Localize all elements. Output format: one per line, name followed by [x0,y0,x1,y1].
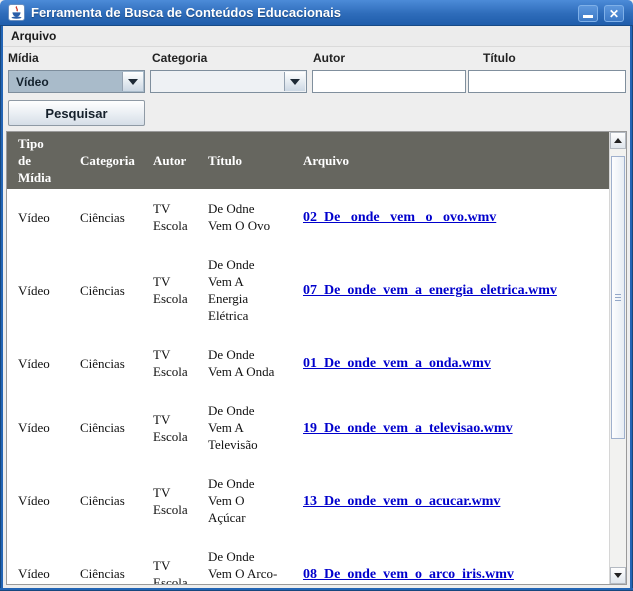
column-header-autor[interactable]: Autor [142,152,197,169]
titulo-input[interactable] [468,70,626,93]
column-header-categoria[interactable]: Categoria [69,152,142,169]
cell-arquivo: 13_De_onde_vem_o_acucar.wmv [292,492,609,510]
table-row[interactable]: Vídeo Ciências TV Escola De Onde Vem A E… [7,245,609,335]
arrow-up-icon [614,134,622,143]
chevron-down-icon [128,79,138,90]
results-table: Tipo de Mídia Categoria Autor Título Arq… [7,132,609,584]
cell-arquivo: 07_De_onde_vem_a_energia_eletrica.wmv [292,281,609,299]
scrollbar-thumb[interactable] [611,156,625,439]
cell-arquivo: 19_De_onde_vem_a_televisao.wmv [292,419,609,437]
scrollbar-up-button[interactable] [610,132,626,149]
cell-categoria: Ciências [69,565,142,582]
minimize-icon [583,15,593,18]
midia-combobox[interactable]: Vídeo [8,70,145,93]
cell-autor: TV Escola [142,346,197,380]
cell-titulo: De Onde Vem A Televisão [197,402,292,453]
column-header-tipo-de-midia[interactable]: Tipo de Mídia [7,135,69,186]
midia-combobox-value: Vídeo [10,72,121,91]
table-row[interactable]: Vídeo Ciências TV Escola De Odne Vem O O… [7,189,609,245]
cell-autor: TV Escola [142,200,197,234]
cell-categoria: Ciências [69,492,142,509]
cell-titulo: De Odne Vem O Ovo [197,200,292,234]
cell-categoria: Ciências [69,282,142,299]
column-header-titulo[interactable]: Título [197,152,292,169]
cell-arquivo: 08_De_onde_vem_o_arco_iris.wmv [292,565,609,583]
cell-autor: TV Escola [142,557,197,585]
table-header-row: Tipo de Mídia Categoria Autor Título Arq… [7,132,609,189]
cell-categoria: Ciências [69,355,142,372]
menu-arquivo[interactable]: Arquivo [3,29,64,43]
chevron-down-icon [290,79,300,90]
table-row[interactable]: Vídeo Ciências TV Escola De Onde Vem O A… [7,464,609,537]
menubar: Arquivo [3,26,630,47]
close-button[interactable]: ✕ [604,5,624,22]
cell-titulo: De Onde Vem A Energia Elétrica [197,256,292,324]
pesquisar-button[interactable]: Pesquisar [8,100,145,126]
table-row[interactable]: Vídeo Ciências TV Escola De Onde Vem A O… [7,335,609,391]
app-window: Ferramenta de Busca de Conteúdos Educaci… [0,0,633,591]
autor-label: Autor [313,51,345,65]
window-title: Ferramenta de Busca de Conteúdos Educaci… [31,5,341,20]
cell-tipo-de-midia: Vídeo [7,209,69,226]
cell-categoria: Ciências [69,419,142,436]
titlebar[interactable]: Ferramenta de Busca de Conteúdos Educaci… [0,0,633,26]
vertical-scrollbar[interactable] [609,132,626,584]
cell-autor: TV Escola [142,484,197,518]
midia-label: Mídia [8,51,39,65]
scrollbar-grip-icon [615,294,621,302]
file-link[interactable]: 13_De_onde_vem_o_acucar.wmv [303,494,500,509]
cell-tipo-de-midia: Vídeo [7,282,69,299]
cell-arquivo: 01_De_onde_vem_a_onda.wmv [292,354,609,372]
file-link[interactable]: 07_De_onde_vem_a_energia_eletrica.wmv [303,283,557,298]
cell-tipo-de-midia: Vídeo [7,419,69,436]
scrollbar-down-button[interactable] [610,567,626,584]
cell-autor: TV Escola [142,411,197,445]
minimize-button[interactable] [578,5,598,22]
column-header-arquivo[interactable]: Arquivo [292,152,609,169]
java-app-icon [8,4,25,21]
table-row[interactable]: Vídeo Ciências TV Escola De Onde Vem A T… [7,391,609,464]
table-row[interactable]: Vídeo Ciências TV Escola De Onde Vem O A… [7,537,609,584]
close-icon: ✕ [605,6,623,21]
categoria-combobox-value [152,72,283,91]
midia-combobox-arrow-button[interactable] [122,72,143,91]
categoria-combobox-arrow-button[interactable] [284,72,305,91]
cell-autor: TV Escola [142,273,197,307]
autor-input[interactable] [312,70,466,93]
categoria-combobox[interactable] [150,70,307,93]
titulo-label: Título [483,51,516,65]
file-link[interactable]: 19_De_onde_vem_a_televisao.wmv [303,421,513,436]
arrow-down-icon [614,573,622,582]
cell-titulo: De Onde Vem O Açúcar [197,475,292,526]
categoria-label: Categoria [152,51,207,65]
cell-titulo: De Onde Vem O Arco-Íris [197,548,292,584]
cell-tipo-de-midia: Vídeo [7,355,69,372]
file-link[interactable]: 01_De_onde_vem_a_onda.wmv [303,356,491,371]
file-link[interactable]: 02_De_ onde_ vem_ o_ ovo.wmv [303,210,496,225]
results-table-panel: Tipo de Mídia Categoria Autor Título Arq… [6,131,627,585]
window-border-left [0,26,3,591]
cell-tipo-de-midia: Vídeo [7,492,69,509]
cell-titulo: De Onde Vem A Onda [197,346,292,380]
table-body: Vídeo Ciências TV Escola De Odne Vem O O… [7,189,609,584]
file-link[interactable]: 08_De_onde_vem_o_arco_iris.wmv [303,567,514,582]
cell-arquivo: 02_De_ onde_ vem_ o_ ovo.wmv [292,208,609,226]
cell-categoria: Ciências [69,209,142,226]
cell-tipo-de-midia: Vídeo [7,565,69,582]
